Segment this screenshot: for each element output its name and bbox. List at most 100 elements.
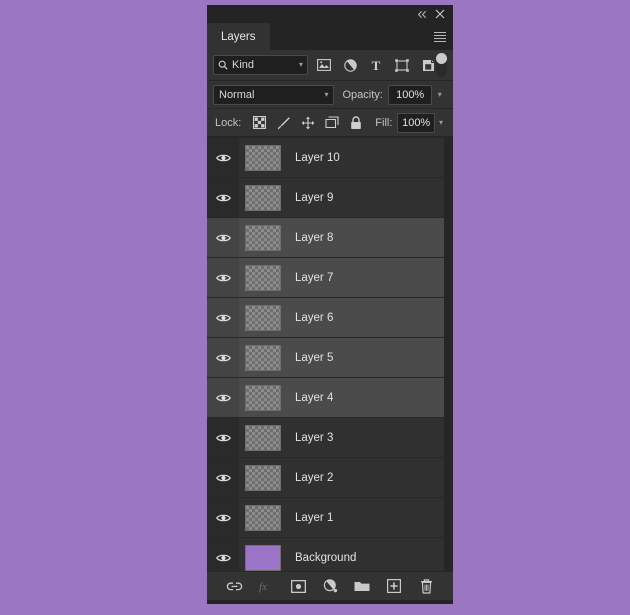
lock-position-icon[interactable]	[300, 115, 315, 130]
layer-thumbnail[interactable]	[245, 424, 281, 451]
lock-icons	[252, 115, 363, 130]
layer-list-scrollbar[interactable]	[444, 138, 453, 571]
layer-name: Layer 1	[295, 511, 334, 524]
layer-visibility-toggle[interactable]	[207, 178, 239, 217]
layer-name: Layer 6	[295, 311, 334, 324]
layer-thumbnail[interactable]	[245, 224, 281, 251]
close-panel-button[interactable]	[432, 6, 448, 22]
layer-row[interactable]: Layer 2	[207, 458, 453, 498]
filter-type-icons: T	[316, 57, 436, 73]
layer-thumbnail[interactable]	[245, 344, 281, 371]
layer-filter-row: Kind ▾ T	[207, 50, 453, 81]
search-icon	[218, 60, 228, 70]
layer-thumbnail[interactable]	[245, 184, 281, 211]
add-layer-mask-button[interactable]	[290, 578, 307, 595]
layer-list[interactable]: Layer 10 Layer 9 Layer 8 Layer 7 Layer 6 Laye…	[207, 137, 453, 571]
layer-style-button[interactable]: fx	[258, 578, 275, 595]
filter-enable-toggle[interactable]	[436, 53, 447, 77]
layer-name: Layer 10	[295, 151, 340, 164]
layer-row[interactable]: Layer 7	[207, 258, 453, 298]
opacity-input[interactable]: 100%	[387, 84, 433, 105]
layer-row[interactable]: Layer 8	[207, 218, 453, 258]
link-layers-button[interactable]	[226, 578, 243, 595]
layer-visibility-toggle[interactable]	[207, 298, 239, 337]
layer-row[interactable]: Layer 1	[207, 498, 453, 538]
lock-all-icon[interactable]	[348, 115, 363, 130]
opacity-label: Opacity:	[342, 88, 383, 101]
layer-thumbnail[interactable]	[245, 144, 281, 171]
filter-type-layers-icon[interactable]: T	[368, 57, 384, 73]
layer-name: Layer 9	[295, 191, 334, 204]
layer-visibility-toggle[interactable]	[207, 218, 239, 257]
chevron-down-icon: ▾	[437, 89, 442, 99]
filter-shape-layers-icon[interactable]	[394, 57, 410, 73]
eye-icon	[215, 234, 231, 241]
layer-visibility-toggle[interactable]	[207, 498, 239, 537]
eye-icon	[215, 554, 231, 561]
panel-tabstrip: Layers	[207, 23, 453, 50]
filter-enable-toggle-knob	[436, 53, 447, 64]
layer-row[interactable]: Layer 5	[207, 338, 453, 378]
panel-menu-button[interactable]	[427, 23, 453, 50]
filter-adjustment-layers-icon[interactable]	[342, 57, 358, 73]
delete-layer-button[interactable]	[418, 578, 435, 595]
filter-type-layers-glyph: T	[371, 57, 381, 73]
fill-input[interactable]: 100%	[397, 112, 435, 133]
filter-kind-select[interactable]: Kind ▾	[213, 55, 308, 75]
layer-thumbnail[interactable]	[245, 464, 281, 491]
svg-text:fx: fx	[259, 581, 267, 593]
layer-thumbnail[interactable]	[245, 304, 281, 331]
eye-icon	[215, 394, 231, 401]
layer-name: Layer 4	[295, 391, 334, 404]
layer-thumbnail[interactable]	[245, 504, 281, 531]
layer-name: Layer 3	[295, 431, 334, 444]
panel-footer-edge	[207, 600, 453, 604]
layer-name: Background	[295, 551, 357, 564]
panel-titlebar	[207, 5, 453, 23]
chevron-down-icon: ▾	[438, 117, 443, 127]
layer-name: Layer 7	[295, 271, 334, 284]
layer-visibility-toggle[interactable]	[207, 338, 239, 377]
layer-row[interactable]: Layer 9	[207, 178, 453, 218]
layer-name: Layer 2	[295, 471, 334, 484]
new-group-button[interactable]	[354, 578, 371, 595]
layer-visibility-toggle[interactable]	[207, 458, 239, 497]
tabstrip-filler	[270, 23, 427, 50]
layer-visibility-toggle[interactable]	[207, 418, 239, 457]
layer-visibility-toggle[interactable]	[207, 138, 239, 177]
hamburger-icon	[434, 31, 446, 42]
layer-visibility-toggle[interactable]	[207, 538, 239, 571]
collapse-panel-button[interactable]	[414, 6, 430, 22]
layers-panel: Layers Kind ▾ T Normal ▾ Opacity: 100% ▾…	[207, 5, 453, 604]
eye-icon	[215, 194, 231, 201]
layer-thumbnail[interactable]	[245, 384, 281, 411]
tab-layers[interactable]: Layers	[207, 23, 270, 50]
new-adjustment-layer-button[interactable]	[322, 578, 339, 595]
layer-row[interactable]: Layer 3	[207, 418, 453, 458]
layers-bottom-toolbar: fx	[207, 571, 453, 600]
opacity-stepper[interactable]: ▾	[432, 86, 447, 104]
eye-icon	[215, 434, 231, 441]
layer-row[interactable]: Layer 10	[207, 138, 453, 178]
chevron-down-icon: ▾	[324, 89, 329, 99]
blend-mode-select[interactable]: Normal ▾	[213, 84, 335, 105]
tab-layers-label: Layers	[221, 30, 256, 43]
layer-row[interactable]: Layer 6	[207, 298, 453, 338]
lock-image-pixels-icon[interactable]	[276, 115, 291, 130]
layer-thumbnail[interactable]	[245, 544, 281, 571]
blend-mode-row: Normal ▾ Opacity: 100% ▾	[207, 81, 453, 109]
layer-thumbnail[interactable]	[245, 264, 281, 291]
fill-value: 100%	[402, 116, 431, 129]
filter-smart-object-layers-icon[interactable]	[420, 57, 436, 73]
layer-visibility-toggle[interactable]	[207, 258, 239, 297]
new-layer-button[interactable]	[386, 578, 403, 595]
filter-pixel-layers-icon[interactable]	[316, 57, 332, 73]
opacity-value: 100%	[396, 88, 425, 101]
eye-icon	[215, 154, 231, 161]
lock-transparent-pixels-icon[interactable]	[252, 115, 267, 130]
layer-row[interactable]: Layer 4	[207, 378, 453, 418]
lock-artboard-nesting-icon[interactable]	[324, 115, 339, 130]
layer-visibility-toggle[interactable]	[207, 378, 239, 417]
fill-stepper[interactable]: ▾	[435, 114, 447, 132]
layer-row[interactable]: Background	[207, 538, 453, 571]
